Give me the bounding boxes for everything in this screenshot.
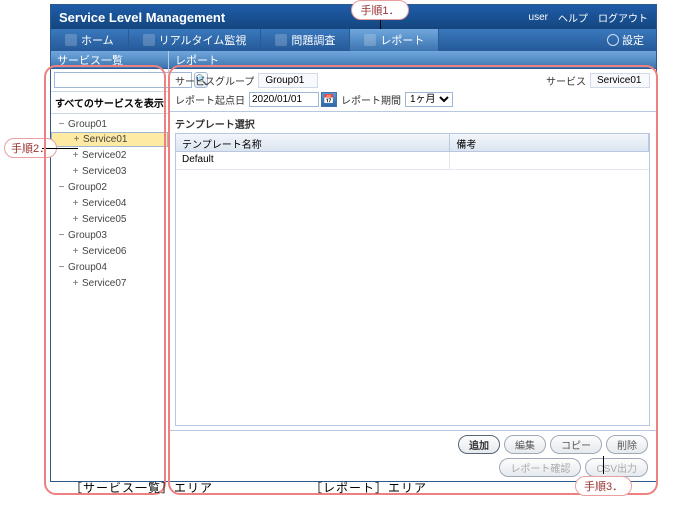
tab-bar: ホーム リアルタイム監視 問題調査 レポート 設定	[51, 29, 656, 51]
tree-item-label: Service01	[83, 134, 127, 145]
filter-bar: サービスグループ Group01 サービス Service01 レポート起点日 …	[169, 69, 656, 112]
tab-home[interactable]: ホーム	[51, 29, 129, 51]
report-confirm-button[interactable]: レポート確認	[499, 458, 581, 477]
tab-investigate[interactable]: 問題調査	[261, 29, 350, 51]
grid-header: テンプレート名称 備考	[176, 134, 649, 152]
logout-link[interactable]: ログアウト	[598, 10, 648, 25]
tree-item-label: Service06	[82, 246, 126, 257]
expand-icon: +	[71, 150, 80, 161]
tree-group[interactable]: −Group03	[51, 227, 168, 243]
tree-service[interactable]: +Service01	[51, 132, 168, 147]
tree-item-label: Service07	[82, 278, 126, 289]
tree-service[interactable]: +Service05	[51, 211, 168, 227]
main-title: レポート	[169, 51, 656, 69]
collapse-icon: −	[57, 182, 66, 193]
period-label: レポート期間	[341, 92, 401, 107]
tree-service[interactable]: +Service07	[51, 275, 168, 291]
add-button[interactable]: 追加	[458, 435, 500, 454]
app-title: Service Level Management	[59, 10, 225, 25]
tree-service[interactable]: +Service06	[51, 243, 168, 259]
caption-main: ［レポート］エリア	[310, 479, 427, 496]
annotation-step3: 手順3．	[575, 476, 632, 496]
cell-remark	[450, 152, 649, 169]
tree-service[interactable]: +Service02	[51, 147, 168, 163]
copy-button[interactable]: コピー	[550, 435, 602, 454]
tab-home-label: ホーム	[81, 32, 114, 48]
tree-item-label: Group02	[68, 182, 107, 193]
collapse-icon: −	[57, 262, 66, 273]
annotation-step1: 手順1．	[351, 0, 408, 20]
investigate-icon	[275, 34, 287, 46]
sidebar: サービス一覧 🔍 すべてのサービスを表示 −Group01+Service01+…	[51, 51, 169, 481]
caption-sidebar: ［サービス一覧］エリア	[70, 479, 213, 496]
report-icon	[364, 34, 376, 46]
tab-realtime[interactable]: リアルタイム監視	[129, 29, 262, 51]
main-area: レポート サービスグループ Group01 サービス Service01 レポー…	[169, 51, 656, 481]
date-input[interactable]	[249, 92, 319, 107]
calendar-icon: 📅	[323, 94, 334, 105]
collapse-icon: −	[57, 119, 66, 130]
expand-icon: +	[71, 166, 80, 177]
group-label: サービスグループ	[175, 73, 254, 88]
sidebar-title: サービス一覧	[51, 51, 168, 69]
tree-group[interactable]: −Group01	[51, 116, 168, 132]
tree-group[interactable]: −Group02	[51, 179, 168, 195]
expand-icon: +	[72, 134, 81, 145]
grid-body: Default	[176, 152, 649, 425]
group-value: Group01	[258, 73, 318, 88]
expand-icon: +	[71, 214, 80, 225]
tree-item-label: Service05	[82, 214, 126, 225]
template-grid: テンプレート名称 備考 Default	[175, 133, 650, 426]
calendar-button[interactable]: 📅	[321, 92, 337, 107]
collapse-icon: −	[57, 230, 66, 241]
tab-investigate-label: 問題調査	[291, 32, 335, 48]
realtime-icon	[143, 34, 155, 46]
edit-button[interactable]: 編集	[504, 435, 546, 454]
home-icon	[65, 34, 77, 46]
tree-service[interactable]: +Service03	[51, 163, 168, 179]
tab-settings[interactable]: 設定	[595, 29, 656, 51]
period-select[interactable]: 1ヶ月	[405, 92, 453, 107]
tab-report-label: レポート	[380, 32, 424, 48]
delete-button[interactable]: 削除	[606, 435, 648, 454]
gear-icon	[607, 34, 619, 46]
tab-realtime-label: リアルタイム監視	[159, 32, 247, 48]
expand-icon: +	[71, 278, 80, 289]
service-label: サービス	[546, 73, 586, 88]
date-label: レポート起点日	[175, 92, 245, 107]
tab-settings-label: 設定	[622, 32, 644, 48]
service-tree: −Group01+Service01+Service02+Service03−G…	[51, 114, 168, 481]
tree-item-label: Service03	[82, 166, 126, 177]
tree-item-label: Group01	[68, 119, 107, 130]
service-value: Service01	[590, 73, 650, 88]
app-window: Service Level Management user ヘルプ ログアウト …	[50, 4, 657, 482]
col-remark[interactable]: 備考	[450, 134, 649, 151]
col-template-name[interactable]: テンプレート名称	[176, 134, 450, 151]
tree-group[interactable]: −Group04	[51, 259, 168, 275]
tree-item-label: Service02	[82, 150, 126, 161]
template-section-label: テンプレート選択	[169, 112, 656, 133]
tab-report[interactable]: レポート	[350, 29, 439, 51]
help-link[interactable]: ヘルプ	[558, 10, 588, 25]
expand-icon: +	[71, 246, 80, 257]
user-label[interactable]: user	[529, 12, 548, 23]
tree-service[interactable]: +Service04	[51, 195, 168, 211]
expand-icon: +	[71, 198, 80, 209]
show-all-services[interactable]: すべてのサービスを表示	[51, 92, 168, 114]
tree-item-label: Group04	[68, 262, 107, 273]
table-row[interactable]: Default	[176, 152, 649, 170]
cell-template-name: Default	[176, 152, 450, 169]
tree-item-label: Group03	[68, 230, 107, 241]
tree-item-label: Service04	[82, 198, 126, 209]
